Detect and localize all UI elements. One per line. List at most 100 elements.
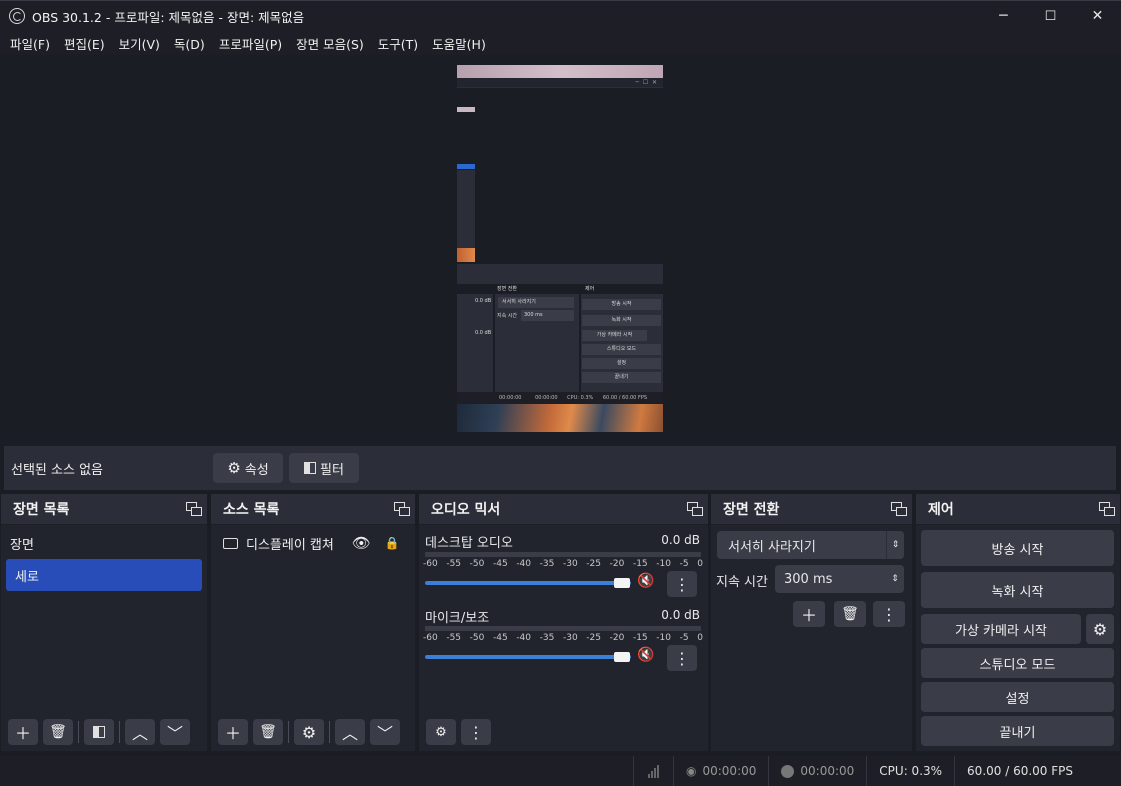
controls-body: 방송 시작 녹화 시작 가상 카메라 시작 ⚙ 스튜디오 모드 설정 끝내기 [916,525,1120,751]
move-scene-up-button[interactable]: ︿ [125,719,155,745]
mini-record: 녹화 시작 [582,315,661,326]
volume-slider[interactable] [425,581,631,585]
mini-settings: 설정 [582,358,661,369]
move-scene-down-button[interactable]: ﹀ [160,719,190,745]
maximize-button[interactable]: ☐ [1027,1,1074,31]
controls-title: 제어 [928,502,954,518]
meter-ticks: -60 -55 -50 -45 -40 -35 -30 -25 -20 -15 -10 -5 0 [423,633,703,643]
start-streaming-button[interactable]: 방송 시작 [921,530,1114,566]
signal-bars-icon [648,764,659,778]
add-transition-button[interactable]: ＋ [793,601,825,627]
undock-icon[interactable] [394,502,410,516]
advanced-audio-button[interactable]: ⚙ [426,719,456,745]
transitions-header: 장면 전환 [711,494,912,525]
undock-icon[interactable] [687,502,703,516]
menu-file[interactable]: 파일(F) [3,34,57,53]
add-source-button[interactable]: ＋ [218,719,248,745]
mini-stream: 방송 시작 [582,299,661,310]
gear-icon: ⚙ [301,722,317,742]
mini-db-2: 0.0 dB [475,330,492,336]
record-timer: 00:00:00 [768,756,866,786]
mini-menubar: ─ ☐ ✕ [457,78,663,88]
channel-name: 데스크탑 오디오 [425,536,513,551]
eye-icon[interactable]: 👁 [352,534,371,552]
duration-spinbox[interactable]: 300 ms ⇕ [775,565,904,593]
scene-item-1[interactable]: 세로 [6,559,202,591]
mixer-menu-button[interactable]: ⋮ [461,719,491,745]
virtual-camera-settings-button[interactable]: ⚙ [1086,614,1114,644]
undock-icon[interactable] [1099,502,1115,516]
menu-help[interactable]: 도움말(H) [425,34,493,53]
mini-docks: 장면 전환 제어 0.0 dB 0.0 dB 서서히 사라지기 지속 시간 30… [457,284,663,402]
kebab-menu-icon: ⋮ [881,604,897,624]
source-properties-button[interactable]: ⚙ [294,719,324,745]
scene-filters-button[interactable] [84,719,114,745]
controls-header: 제어 [916,494,1120,525]
filters-button[interactable]: 필터 [289,453,359,483]
add-scene-button[interactable]: ＋ [8,719,38,745]
menu-bar: 파일(F) 편집(E) 보기(V) 독(D) 프로파일(P) 장면 모음(S) … [0,31,1121,55]
remove-transition-button[interactable]: 🗑 [834,601,866,627]
menu-dock[interactable]: 독(D) [167,34,212,53]
menu-profile[interactable]: 프로파일(P) [212,34,289,53]
preview-canvas[interactable]: ─ ☐ ✕ 장면 전환 제어 0.0 dB 0.0 dB 서서히 사라지기 지속… [457,65,663,432]
undock-icon[interactable] [186,502,202,516]
exit-button[interactable]: 끝내기 [921,716,1114,746]
volume-slider-handle[interactable] [614,578,630,588]
remove-source-button[interactable]: 🗑 [253,719,283,745]
menu-scene-collection[interactable]: 장면 모음(S) [289,34,371,53]
muted-speaker-icon[interactable]: 🔇 [637,647,654,663]
transition-select[interactable]: 서서히 사라지기 ⇕ [717,531,904,559]
scenes-header: 장면 목록 [1,494,207,525]
monitor-icon [223,537,238,549]
stream-timer: ◉ 00:00:00 [673,756,768,786]
transition-menu-button[interactable]: ⋮ [873,601,905,627]
mini-db-1: 0.0 dB [475,298,492,304]
chevron-down-icon: ﹀ [376,724,393,743]
move-source-down-button[interactable]: ﹀ [370,719,400,745]
chevron-up-down-icon: ⇕ [886,531,904,559]
chevron-down-icon: ﹀ [166,724,183,743]
channel-menu-button[interactable]: ⋮ [667,571,697,597]
mini-preview [457,88,663,264]
close-button[interactable]: ✕ [1074,1,1121,31]
volume-slider-handle[interactable] [614,652,630,662]
resize-grip[interactable] [1085,756,1121,786]
studio-mode-button[interactable]: 스튜디오 모드 [921,648,1114,678]
kebab-menu-icon: ⋮ [468,722,484,742]
volume-slider[interactable] [425,655,631,659]
mini-propbar [457,264,663,284]
source-item[interactable]: 디스플레이 캡쳐 👁 🔒 [211,527,415,559]
trash-icon: 🗑 [841,606,859,622]
scene-item-0[interactable]: 장면 [1,527,207,559]
move-source-up-button[interactable]: ︿ [335,719,365,745]
mini-wallpaper [457,404,663,432]
chevron-up-icon: ︿ [131,724,148,743]
sources-header: 소스 목록 [211,494,415,525]
gear-icon: ⚙ [227,459,241,477]
broadcast-icon: ◉ [686,764,697,778]
remove-scene-button[interactable]: 🗑 [43,719,73,745]
properties-button[interactable]: ⚙ 속성 [213,453,283,483]
start-recording-button[interactable]: 녹화 시작 [921,572,1114,608]
cpu-text: CPU: 0.3% [879,764,943,778]
filters-label: 필터 [320,462,344,478]
settings-button[interactable]: 설정 [921,682,1114,712]
undock-icon[interactable] [891,502,907,516]
channel-menu-button[interactable]: ⋮ [667,645,697,671]
properties-label: 속성 [244,462,269,478]
lock-icon[interactable]: 🔒 [385,536,400,550]
mixer-body: 데스크탑 오디오 0.0 dB -60 -55 -50 -45 -40 -35 -30 -25… [419,525,708,751]
preview-area[interactable]: ─ ☐ ✕ 장면 전환 제어 0.0 dB 0.0 dB 서서히 사라지기 지속… [0,55,1121,444]
menu-view[interactable]: 보기(V) [112,34,167,53]
start-virtual-camera-button[interactable]: 가상 카메라 시작 [921,614,1081,644]
menu-tools[interactable]: 도구(T) [371,34,425,53]
minimize-button[interactable]: ─ [980,1,1027,31]
menu-edit[interactable]: 편집(E) [57,34,112,53]
mini-status: 00:00:00 00:00:00 CPU: 0.3% 60.00 / 60.0… [457,392,663,404]
cpu-usage: CPU: 0.3% [866,756,954,786]
scenes-list: 장면 세로 ＋ 🗑 ︿ ﹀ [1,525,207,751]
title-bar: OBS 30.1.2 - 프로파일: 제목없음 - 장면: 제목없음 ─ ☐ ✕ [0,0,1121,31]
muted-speaker-icon[interactable]: 🔇 [637,573,654,589]
spin-arrows-icon[interactable]: ⇕ [886,565,904,593]
